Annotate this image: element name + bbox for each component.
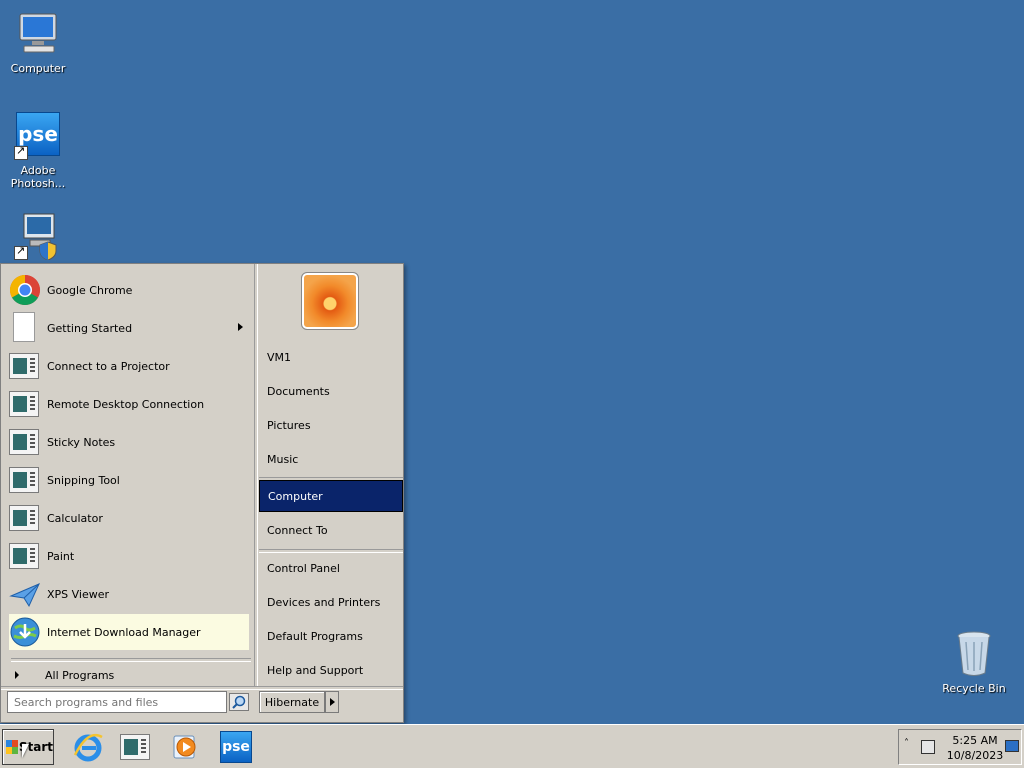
- place-computer[interactable]: Computer: [259, 480, 403, 512]
- media-player-icon: [173, 735, 196, 759]
- photoshop-elements-icon: pse: [14, 112, 62, 160]
- application-icon: [9, 388, 41, 420]
- desktop-icon-recycle-bin[interactable]: Recycle Bin: [936, 630, 1012, 695]
- taskbar: Start pse ˄ 5:25 AM 10/8/2023: [0, 724, 1024, 768]
- place-label: Computer: [268, 489, 323, 503]
- desktop-icon-label: Recycle Bin: [942, 682, 1006, 695]
- place-connect-to[interactable]: Connect To: [259, 514, 403, 546]
- hibernate-label: Hibernate: [264, 695, 320, 709]
- search-icon: [232, 695, 246, 709]
- program-sticky-notes[interactable]: Sticky Notes: [9, 424, 249, 460]
- desktop-icon-computer[interactable]: Computer: [0, 10, 76, 75]
- user-avatar[interactable]: [301, 272, 359, 330]
- shortcut-arrow-icon: [14, 244, 28, 260]
- chrome-icon: [9, 274, 41, 306]
- application-icon: [9, 426, 41, 458]
- search-input[interactable]: [7, 691, 227, 713]
- monitor-shield-icon: [14, 212, 62, 261]
- program-getting-started[interactable]: Getting Started: [9, 310, 249, 346]
- program-label: Getting Started: [47, 321, 133, 335]
- place-music[interactable]: Music: [259, 443, 403, 475]
- taskbar-photoshop-elements[interactable]: pse: [220, 731, 252, 763]
- start-menu-programs-pane: Google Chrome Getting Started Connect to…: [3, 266, 253, 686]
- desktop-icon-admin-tool[interactable]: [0, 212, 76, 264]
- start-menu: Google Chrome Getting Started Connect to…: [0, 263, 404, 723]
- program-remote-desktop[interactable]: Remote Desktop Connection: [9, 386, 249, 422]
- program-label: Connect to a Projector: [47, 359, 170, 373]
- place-default-programs[interactable]: Default Programs: [259, 620, 403, 652]
- all-programs-label: All Programs: [45, 668, 115, 682]
- mouse-cursor-icon: [22, 744, 29, 758]
- program-label: Calculator: [47, 511, 103, 525]
- application-icon: [120, 734, 150, 760]
- place-label: VM1: [267, 350, 292, 364]
- program-connect-to-projector[interactable]: Connect to a Projector: [9, 348, 249, 384]
- photoshop-elements-icon: pse: [220, 731, 252, 763]
- start-menu-places-pane: VM1 Documents Pictures Music Computer Co…: [257, 264, 403, 687]
- search-button[interactable]: [229, 693, 249, 711]
- all-programs-item[interactable]: All Programs: [11, 664, 251, 686]
- place-user-folder[interactable]: VM1: [259, 341, 403, 373]
- program-calculator[interactable]: Calculator: [9, 500, 249, 536]
- clock-date[interactable]: 10/8/2023: [945, 749, 1005, 762]
- desktop-icon-photoshop[interactable]: pse Adobe Photosh...: [0, 112, 76, 190]
- hibernate-button[interactable]: Hibernate: [259, 691, 325, 713]
- show-desktop-icon[interactable]: [1005, 740, 1019, 752]
- place-label: Help and Support: [267, 663, 364, 677]
- place-control-panel[interactable]: Control Panel: [259, 552, 403, 584]
- place-label: Default Programs: [267, 629, 363, 643]
- desktop-icon-label: Computer: [10, 62, 66, 75]
- document-icon: [9, 312, 41, 344]
- program-snipping-tool[interactable]: Snipping Tool: [9, 462, 249, 498]
- taskbar-app-window[interactable]: [120, 731, 152, 763]
- application-icon: [9, 540, 41, 572]
- place-label: Documents: [267, 384, 330, 398]
- system-tray: ˄ 5:25 AM 10/8/2023: [898, 729, 1022, 765]
- place-devices-and-printers[interactable]: Devices and Printers: [259, 586, 403, 618]
- program-label: Paint: [47, 549, 75, 563]
- show-hidden-icons-button[interactable]: ˄: [904, 738, 909, 749]
- application-icon: [9, 350, 41, 382]
- place-label: Music: [267, 452, 299, 466]
- programs-separator: [11, 658, 251, 662]
- shortcut-arrow-icon: [14, 144, 28, 160]
- place-label: Devices and Printers: [267, 595, 381, 609]
- program-label: Sticky Notes: [47, 435, 116, 449]
- network-icon[interactable]: [921, 740, 935, 754]
- program-google-chrome[interactable]: Google Chrome: [9, 272, 249, 308]
- desktop-icon-label: Adobe Photosh...: [10, 164, 66, 190]
- computer-icon: [14, 10, 62, 58]
- internet-explorer-icon: [73, 733, 103, 762]
- place-label: Pictures: [267, 418, 311, 432]
- program-label: Remote Desktop Connection: [47, 397, 205, 411]
- program-xps-viewer[interactable]: XPS Viewer: [9, 576, 249, 612]
- program-label: XPS Viewer: [47, 587, 110, 601]
- place-help-and-support[interactable]: Help and Support: [259, 654, 403, 686]
- place-label: Control Panel: [267, 561, 340, 575]
- program-label: Snipping Tool: [47, 473, 120, 487]
- application-icon: [9, 502, 41, 534]
- power-options-arrow-button[interactable]: [325, 691, 339, 713]
- taskbar-media-player[interactable]: [170, 731, 202, 763]
- place-documents[interactable]: Documents: [259, 375, 403, 407]
- submenu-arrow-icon: [238, 323, 243, 331]
- menu-bottom-separator: [1, 686, 403, 690]
- paper-plane-icon: [9, 578, 41, 610]
- clock-time[interactable]: 5:25 AM: [945, 734, 1005, 747]
- program-label: Internet Download Manager: [47, 625, 201, 639]
- program-paint[interactable]: Paint: [9, 538, 249, 574]
- place-pictures[interactable]: Pictures: [259, 409, 403, 441]
- expand-arrow-icon: [15, 671, 19, 679]
- windows-logo-icon: [6, 740, 18, 754]
- application-icon: [9, 464, 41, 496]
- program-internet-download-manager[interactable]: Internet Download Manager: [9, 614, 249, 650]
- taskbar-internet-explorer[interactable]: [72, 731, 104, 763]
- recycle-bin-icon: [950, 630, 998, 678]
- globe-download-icon: [9, 616, 41, 648]
- place-label: Connect To: [267, 523, 328, 537]
- program-label: Google Chrome: [47, 283, 133, 297]
